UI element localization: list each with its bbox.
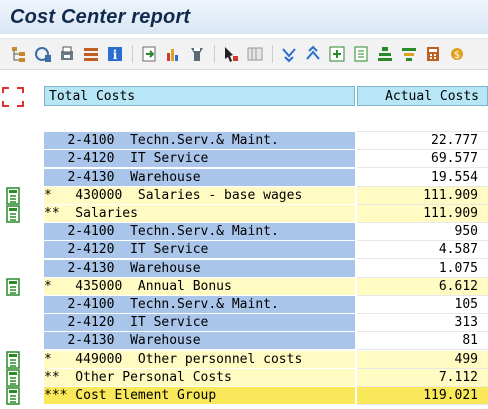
- calculator-icon[interactable]: [424, 45, 442, 63]
- select-icon[interactable]: [222, 45, 240, 63]
- cost-element-cell: 2-4130 Warehouse: [44, 332, 355, 351]
- cost-element-cell: ** Other Personal Costs: [44, 368, 355, 387]
- hierarchy-icon[interactable]: [10, 45, 28, 63]
- currency-icon[interactable]: $: [448, 45, 466, 63]
- cost-element-cell: 2-4100 Techn.Serv.& Maint.: [44, 296, 355, 314]
- add-node-icon[interactable]: [328, 45, 346, 63]
- actual-costs-cell: 499: [357, 350, 488, 369]
- expand-node-icon[interactable]: [4, 369, 22, 387]
- column-header-actual-costs[interactable]: Actual Costs: [357, 86, 488, 106]
- actual-costs-cell: 19.554: [357, 168, 488, 187]
- actual-costs-cell: 81: [357, 332, 488, 351]
- expand-node-icon[interactable]: [4, 205, 22, 223]
- table-row[interactable]: * 435000 Annual Bonus 6.612: [44, 277, 488, 296]
- table-row[interactable]: *** Cost Element Group 119.021: [44, 387, 488, 405]
- chart-icon[interactable]: [164, 45, 182, 63]
- table-row[interactable]: 2-4120 IT Service 313: [44, 314, 488, 333]
- actual-costs-cell: 111.909: [357, 205, 488, 223]
- expand-node-icon[interactable]: [4, 278, 22, 296]
- columns-icon[interactable]: [246, 45, 264, 63]
- table-row[interactable]: 2-4100 Techn.Serv.& Maint. 105: [44, 296, 488, 314]
- collapse-icon[interactable]: [280, 45, 298, 63]
- sort-icon[interactable]: [400, 45, 418, 63]
- cost-element-cell: [44, 114, 355, 132]
- table-row[interactable]: 2-4130 Warehouse 81: [44, 332, 488, 351]
- actual-costs-cell: 950: [357, 223, 488, 242]
- actual-costs-cell: 6.612: [357, 277, 488, 296]
- cost-element-cell: * 449000 Other personnel costs: [44, 350, 355, 369]
- svg-text:$: $: [454, 50, 460, 61]
- column-header-total-costs[interactable]: Total Costs: [44, 86, 355, 106]
- table-row[interactable]: 2-4120 IT Service 69.577: [44, 150, 488, 169]
- cost-element-cell: *** Cost Element Group: [44, 387, 355, 405]
- actual-costs-cell: 119.021: [357, 387, 488, 405]
- info-icon[interactable]: i: [106, 45, 124, 63]
- print-preview-icon[interactable]: [58, 45, 76, 63]
- table-row[interactable]: * 430000 Salaries - base wages 111.909: [44, 186, 488, 205]
- table-row[interactable]: ** Salaries 111.909: [44, 205, 488, 223]
- cost-element-cell: 2-4130 Warehouse: [44, 259, 355, 278]
- actual-costs-cell: 1.075: [357, 259, 488, 278]
- node-icon[interactable]: [352, 45, 370, 63]
- print-icon[interactable]: [188, 45, 206, 63]
- table-row[interactable]: 2-4130 Warehouse 1.075: [44, 259, 488, 278]
- navigate-icon[interactable]: [34, 45, 52, 63]
- actual-costs-cell: [357, 114, 488, 132]
- actual-costs-cell: 4.587: [357, 241, 488, 260]
- cost-element-cell: * 435000 Annual Bonus: [44, 277, 355, 296]
- cost-element-cell: ** Salaries: [44, 205, 355, 223]
- cost-element-cell: 2-4120 IT Service: [44, 241, 355, 260]
- actual-costs-cell: 69.577: [357, 150, 488, 169]
- actual-costs-cell: 105: [357, 296, 488, 314]
- layout-icon[interactable]: [82, 45, 100, 63]
- cost-element-cell: 2-4120 IT Service: [44, 150, 355, 169]
- actual-costs-cell: 22.777: [357, 132, 488, 151]
- svg-text:i: i: [113, 48, 118, 62]
- actual-costs-cell: 111.909: [357, 186, 488, 205]
- table-row[interactable]: 2-4130 Warehouse 19.554: [44, 168, 488, 187]
- export-icon[interactable]: [140, 45, 158, 63]
- page-title: Cost Center report: [10, 6, 191, 28]
- table-row[interactable]: ** Other Personal Costs 7.112: [44, 368, 488, 387]
- expand-node-icon[interactable]: [4, 387, 22, 405]
- table-row[interactable]: 2-4120 IT Service 4.587: [44, 241, 488, 260]
- report-grid: Total Costs Actual Costs 2-4100 Techn.Se…: [44, 86, 488, 405]
- cost-element-cell: * 430000 Salaries - base wages: [44, 186, 355, 205]
- cost-element-cell: 2-4120 IT Service: [44, 314, 355, 333]
- title-bar: Cost Center report: [0, 0, 488, 34]
- expand-icon[interactable]: [304, 45, 322, 63]
- table-row[interactable]: 2-4100 Techn.Serv.& Maint. 22.777: [44, 132, 488, 151]
- cost-element-cell: 2-4100 Techn.Serv.& Maint.: [44, 132, 355, 151]
- application-toolbar: i $: [0, 38, 488, 70]
- cost-element-cell: 2-4130 Warehouse: [44, 168, 355, 187]
- table-row[interactable]: * 449000 Other personnel costs 499: [44, 350, 488, 369]
- filter-icon[interactable]: [376, 45, 394, 63]
- select-all-icon[interactable]: [2, 87, 24, 107]
- cost-element-cell: 2-4100 Techn.Serv.& Maint.: [44, 223, 355, 242]
- actual-costs-cell: 7.112: [357, 368, 488, 387]
- expand-node-icon[interactable]: [4, 350, 22, 369]
- table-row[interactable]: [44, 114, 488, 132]
- expand-node-icon[interactable]: [4, 187, 22, 205]
- actual-costs-cell: 313: [357, 314, 488, 333]
- table-row[interactable]: 2-4100 Techn.Serv.& Maint. 950: [44, 223, 488, 242]
